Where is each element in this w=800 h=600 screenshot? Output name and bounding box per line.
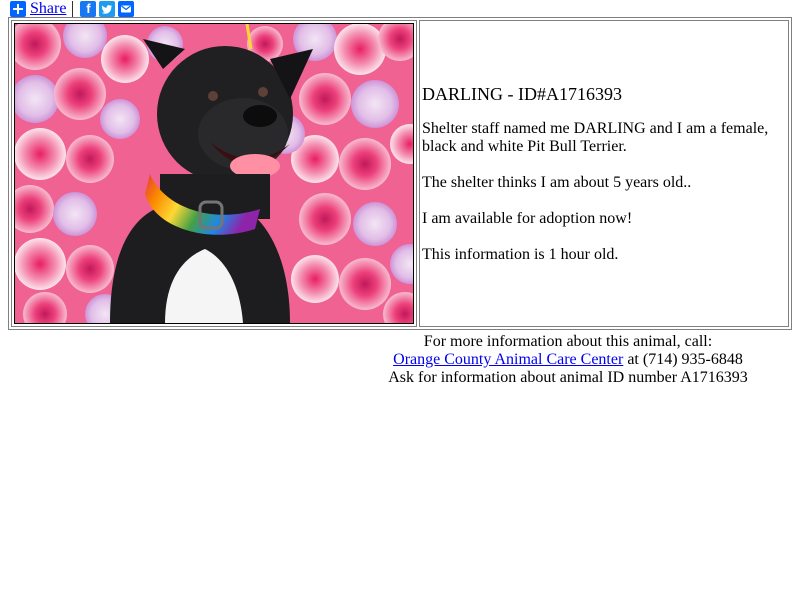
contact-id-note: Ask for information about animal ID numb… [388,369,748,386]
info-name-sex-breed: Shelter staff named me DARLING and I am … [422,119,769,155]
contact-shelter-line: Orange County Animal Care Center at (714… [338,351,798,369]
share-divider [72,1,74,17]
share-plus-icon[interactable] [10,1,26,17]
info-age: The shelter thinks I am about 5 years ol… [422,173,692,191]
shelter-link[interactable]: Orange County Animal Care Center [393,351,623,368]
shelter-phone: at (714) 935-6848 [623,351,743,368]
info-availability: I am available for adoption now! [422,209,633,227]
animal-title: DARLING - ID#A1716393 [422,83,622,104]
animal-photo [14,23,414,324]
facebook-icon[interactable]: f [80,1,97,17]
contact-intro: For more information about this animal, … [423,333,713,350]
info-freshness: This information is 1 hour old. [422,245,619,263]
dog-photo-illustration [15,24,413,323]
share-bar: Share f [10,0,137,18]
animal-listing-table: DARLING - ID#A1716393 Shelter staff name… [8,17,792,330]
photo-cell [11,20,417,327]
email-icon[interactable] [118,1,135,17]
contact-info: For more information about this animal, … [338,333,798,387]
twitter-icon[interactable] [99,1,116,17]
share-link[interactable]: Share [30,0,66,18]
animal-info-cell: DARLING - ID#A1716393 Shelter staff name… [419,20,789,327]
